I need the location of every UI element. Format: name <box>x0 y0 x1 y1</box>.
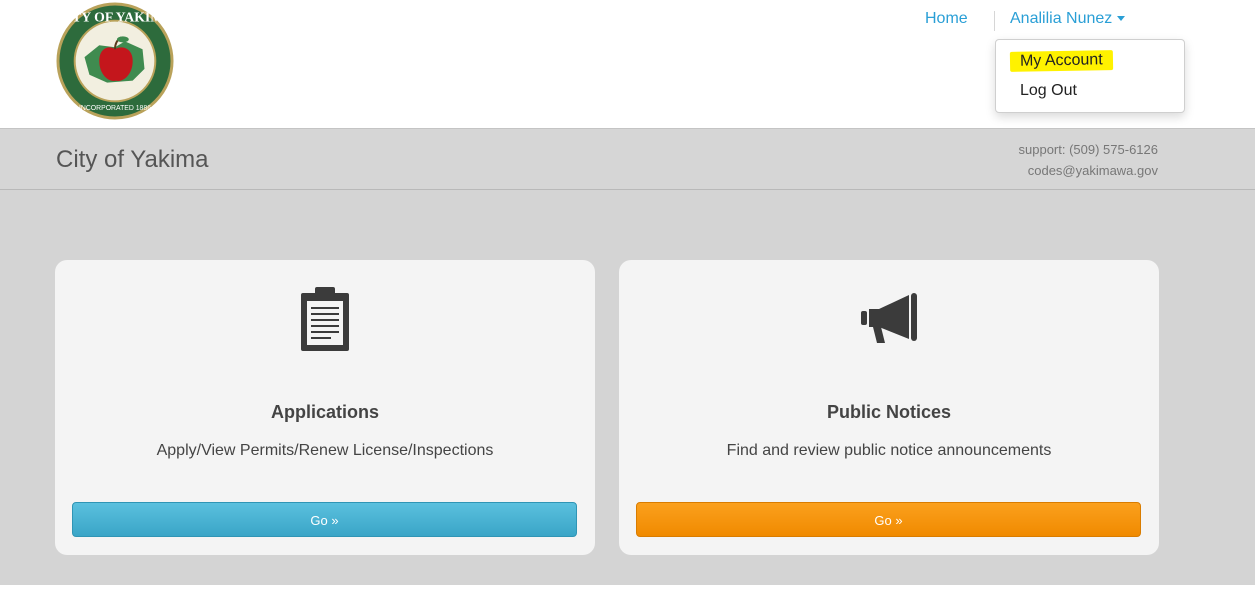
card-title: Public Notices <box>826 402 952 422</box>
menu-item-log-out[interactable]: Log Out <box>1020 82 1077 100</box>
nav-divider <box>994 11 995 31</box>
site-title: City of Yakima <box>56 146 209 173</box>
caret-down-icon <box>1117 16 1126 22</box>
support-email[interactable]: codes@yakimawa.gov <box>1019 160 1158 181</box>
card-description: Apply/View Permits/Renew License/Inspect… <box>156 442 494 459</box>
megaphone-icon <box>619 284 1159 354</box>
public-notices-go-button[interactable]: Go » <box>636 502 1141 537</box>
site-title-band: City of Yakima support: (509) 575-6126 c… <box>0 128 1255 190</box>
user-dropdown-menu: My Account Log Out <box>995 39 1185 113</box>
user-menu-toggle[interactable]: Analilia Nunez <box>1010 10 1126 28</box>
seal-text-bottom: INCORPORATED 1886 <box>79 105 151 112</box>
card-title: Applications <box>270 402 379 422</box>
support-phone: support: (509) 575-6126 <box>1018 142 1158 157</box>
user-name-label: Analilia Nunez <box>1010 10 1113 27</box>
city-seal-logo[interactable]: CITY OF YAKIMA INCORPORATED 1886 <box>56 2 174 120</box>
support-contact: support: (509) 575-6126 codes@yakimawa.g… <box>1019 139 1158 181</box>
seal-text-top: CITY OF YAKIMA <box>57 10 173 25</box>
main-content: Applications Apply/View Permits/Renew Li… <box>0 190 1255 595</box>
menu-item-my-account[interactable]: My Account <box>1009 50 1113 72</box>
applications-card: Applications Apply/View Permits/Renew Li… <box>55 260 595 555</box>
applications-go-button[interactable]: Go » <box>72 502 577 537</box>
card-description: Find and review public notice announceme… <box>726 442 1052 459</box>
nav-home-link[interactable]: Home <box>925 10 968 28</box>
clipboard-icon <box>55 284 595 354</box>
public-notices-card: Public Notices Find and review public no… <box>619 260 1159 555</box>
